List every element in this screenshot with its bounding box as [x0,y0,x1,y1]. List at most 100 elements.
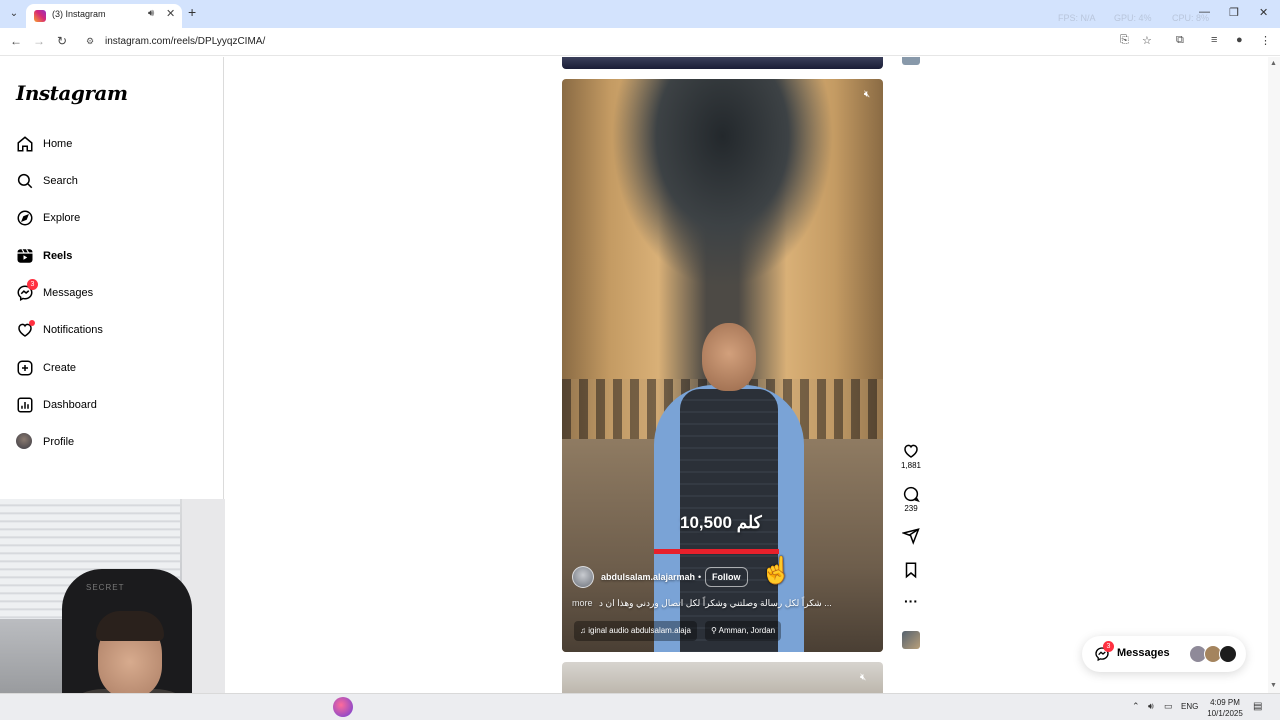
music-note-icon: ♫ [580,626,586,635]
sidebar-item-profile[interactable]: Profile [16,430,206,454]
notification-center-icon[interactable]: ▤ [1253,701,1262,712]
tab-audio-icon[interactable]: 🔊︎ [148,8,154,19]
location-label: Amman, Jordan [718,626,776,635]
heart-icon [16,320,35,339]
bookmark-star-icon[interactable]: ☆ [1142,34,1152,47]
messenger-icon: 3 [16,279,38,302]
next-reel[interactable] [562,662,883,693]
profile-avatar [16,433,32,449]
address-bar[interactable]: instagram.com/reels/DPLyyqzCIMA/ [105,36,265,47]
pointing-hand-icon: ☝ [760,555,793,585]
home-icon [16,135,34,153]
network-icon[interactable]: ▭ [1164,701,1173,712]
sidebar-item-dashboard[interactable]: Dashboard [16,393,206,417]
sidebar-item-reels[interactable]: Reels [16,244,206,268]
restore-icon[interactable]: ❐ [1229,6,1239,19]
audio-thumbnail[interactable] [902,631,920,649]
messages-pill-label: Messages [1117,647,1170,659]
sidebar-item-search[interactable]: Search [16,169,206,193]
install-app-icon[interactable]: ⎘ [1120,34,1129,47]
author-avatar[interactable] [572,566,594,588]
language-indicator[interactable]: ENG [1181,702,1198,711]
notification-dot [29,320,35,326]
minimize-icon[interactable]: — [1199,6,1210,18]
presenter-head [702,323,756,391]
comment-count: 239 [904,504,918,513]
browser-toolbar: ← → ↻ ⚙ instagram.com/reels/DPLyyqzCIMA/… [0,28,1280,56]
caption-more-link[interactable]: more [572,598,593,608]
sidebar-item-label: Search [43,175,78,187]
sidebar-item-label: Profile [43,436,75,448]
audio-label: iginal audio abdulsalam.alaja [588,626,691,635]
share-button[interactable] [899,527,923,545]
overlay-red-bar [654,549,779,554]
taskbar-clock[interactable]: 4:09 PM 10/1/2025 [1200,697,1250,719]
media-controls-icon[interactable]: ≡ [1211,34,1217,46]
windows-taskbar: ⌃ 🔊︎ ▭ ENG 4:09 PM 10/1/2025 ▤ [0,693,1280,720]
new-tab-button[interactable]: + [188,5,196,19]
tab-close-icon[interactable]: ✕ [166,7,175,20]
browser-tab-bar: ⌄ (3) Instagram 🔊︎ ✕ + FPS: N/A GPU: 4% … [0,0,1280,28]
sidebar-item-create[interactable]: Create [16,356,206,380]
sidebar-item-label: Reels [43,250,73,262]
messages-badge: 3 [27,279,38,290]
chair-logo: SECRET [86,583,125,592]
site-info-icon[interactable]: ⚙ [86,36,98,46]
sidebar-item-home[interactable]: Home [16,132,206,156]
author-username[interactable]: abdulsalam.alajarmah [601,572,695,582]
location-link[interactable]: ⚲ Amman, Jordan [705,621,782,641]
avatar [16,433,34,451]
next-reel-mute-icon[interactable]: 🔇︎ [860,672,866,683]
menu-icon[interactable]: ⋮ [1260,34,1271,47]
previous-audio-thumb[interactable] [902,57,920,65]
sidebar-item-label: Dashboard [43,399,97,411]
reload-icon[interactable]: ↻ [57,34,67,48]
author-separator: • [698,572,702,582]
follow-button[interactable]: Follow [705,567,748,587]
sidebar-item-messages[interactable]: 3 Messages [16,279,206,305]
chart-icon [16,396,34,414]
comment-button[interactable]: 239 [899,485,923,513]
messages-drawer-button[interactable]: 3 Messages [1082,636,1246,672]
location-pin-icon: ⚲ [711,626,717,635]
scroll-up-icon[interactable]: ▲ [1270,60,1277,67]
like-count: 1,881 [900,461,922,470]
instagram-logo[interactable]: Instagram [16,81,128,105]
back-icon[interactable]: ← [10,34,22,48]
forward-icon[interactable]: → [33,34,45,48]
instagram-favicon-icon [34,10,46,22]
reel-caption[interactable]: more شكراً لكل رسالة وصلتني وشكراً لكل ا… [572,598,832,609]
tab-title: (3) Instagram [52,9,106,19]
tray-chevron-icon[interactable]: ⌃ [1132,701,1140,712]
sidebar-item-label: Explore [43,212,81,224]
tab-instagram[interactable]: (3) Instagram 🔊︎ ✕ [26,4,182,28]
avatar [1219,645,1237,663]
mute-icon[interactable]: 🔇︎ [860,88,874,102]
profile-icon[interactable]: ● [1236,34,1243,46]
sidebar-item-label: Messages [43,287,94,299]
sidebar-item-notifications[interactable]: Notifications [16,318,206,342]
instagram-sidebar: Instagram Home Search Explore Reels 3 Me… [0,57,224,499]
sidebar-item-explore[interactable]: Explore [16,206,206,230]
save-button[interactable] [899,561,923,579]
clock-date: 10/1/2025 [1207,709,1243,718]
window-close-icon[interactable]: ✕ [1259,6,1268,19]
bookmark-icon [905,562,917,579]
previous-reel[interactable] [562,57,883,69]
sidebar-item-label: Home [43,138,73,150]
taskbar-app-icon[interactable] [333,697,353,717]
extensions-icon[interactable]: ⧉ [1176,34,1184,47]
page-scrollbar[interactable] [1268,57,1280,693]
messages-pill-badge: 3 [1103,641,1114,652]
volume-icon[interactable]: 🔊︎ [1148,701,1154,712]
fps-readout: FPS: N/A [1058,13,1096,23]
more-options-icon[interactable]: ··· [899,594,923,608]
send-icon [902,528,920,545]
like-button[interactable]: 1,881 [899,442,923,470]
streamer-hair [96,611,164,641]
search-icon [16,172,34,190]
audio-link[interactable]: ♫ iginal audio abdulsalam.alaja [574,621,697,641]
tab-search-button[interactable]: ⌄ [6,6,22,22]
scroll-down-icon[interactable]: ▼ [1270,682,1277,689]
heart-icon [904,444,918,458]
